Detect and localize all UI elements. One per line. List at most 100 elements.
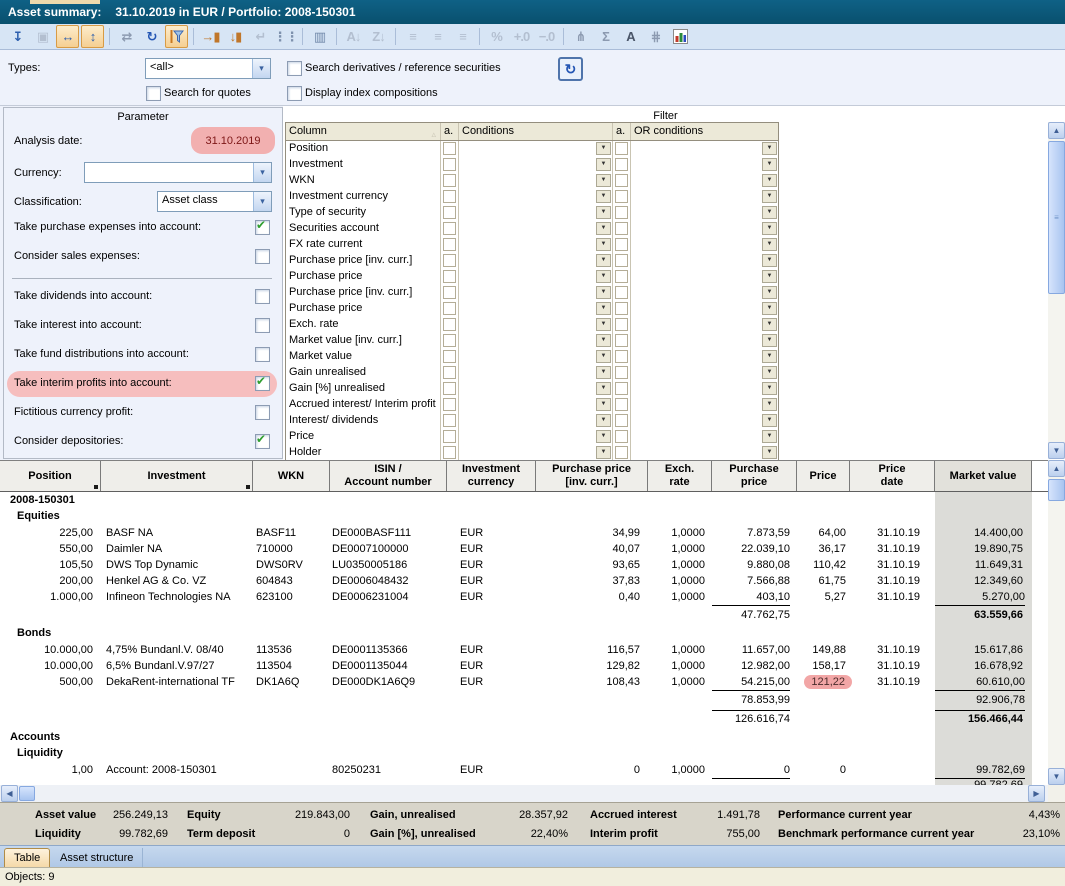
currency-dropdown[interactable]: ▾	[84, 162, 272, 183]
filter-conditions-cell[interactable]: ▼	[459, 317, 613, 333]
or-conditions-dropdown-button[interactable]: ▼	[762, 430, 777, 443]
filter-and-checkbox[interactable]	[443, 142, 456, 155]
filter-or-conditions-cell[interactable]: ▼	[631, 157, 778, 173]
classification-dropdown[interactable]: Asset class ▾	[157, 191, 272, 212]
parameter-option-checkbox[interactable]	[255, 289, 270, 304]
tab-table[interactable]: Table	[4, 848, 50, 867]
column-header-pp_inv[interactable]: Purchase price [inv. curr.]	[536, 461, 648, 491]
table-row[interactable]: 200,00Henkel AG & Co. VZ604843DE00060484…	[0, 573, 1048, 589]
scroll-left-icon[interactable]: ◀	[1, 785, 18, 802]
filter-or-conditions-cell[interactable]: ▼	[631, 189, 778, 205]
filter-or-checkbox[interactable]	[615, 446, 628, 459]
columns-icon[interactable]: ▥	[308, 25, 331, 48]
table-row[interactable]: 225,00BASF NABASF11DE000BASF111EUR34,991…	[0, 525, 1048, 541]
filter-conditions-cell[interactable]: ▼	[459, 157, 613, 173]
filter-or-conditions-cell[interactable]: ▼	[631, 333, 778, 349]
filter-header-column[interactable]: Column▵	[286, 123, 441, 140]
parameter-option-checkbox[interactable]: ✔	[255, 376, 270, 391]
conditions-dropdown-button[interactable]: ▼	[596, 238, 611, 251]
filter-and-checkbox[interactable]	[443, 430, 456, 443]
column-header-price[interactable]: Price	[797, 461, 850, 491]
display-index-checkbox[interactable]	[287, 86, 302, 101]
or-conditions-dropdown-button[interactable]: ▼	[762, 446, 777, 459]
parameter-option-checkbox[interactable]	[255, 347, 270, 362]
filter-header-conditions[interactable]: Conditions	[459, 123, 613, 140]
filter-or-conditions-cell[interactable]: ▼	[631, 381, 778, 397]
filter-and-checkbox[interactable]	[443, 334, 456, 347]
filter-or-checkbox[interactable]	[615, 334, 628, 347]
filter-or-checkbox[interactable]	[615, 414, 628, 427]
conditions-dropdown-button[interactable]: ▼	[596, 318, 611, 331]
filter-or-conditions-cell[interactable]: ▼	[631, 445, 778, 461]
fit-width-icon[interactable]: ↔	[56, 25, 79, 48]
filter-or-conditions-cell[interactable]: ▼	[631, 301, 778, 317]
or-conditions-dropdown-button[interactable]: ▼	[762, 366, 777, 379]
parameter-option-checkbox[interactable]	[255, 318, 270, 333]
font-icon[interactable]: A	[619, 25, 642, 48]
filter-conditions-cell[interactable]: ▼	[459, 221, 613, 237]
filter-or-conditions-cell[interactable]: ▼	[631, 269, 778, 285]
scroll-right-icon[interactable]: ▶	[1028, 785, 1045, 802]
filter-conditions-cell[interactable]: ▼	[459, 381, 613, 397]
filter-or-conditions-cell[interactable]: ▼	[631, 397, 778, 413]
or-conditions-dropdown-button[interactable]: ▼	[762, 190, 777, 203]
or-conditions-dropdown-button[interactable]: ▼	[762, 334, 777, 347]
goto-down-icon[interactable]: ↓▮	[224, 25, 247, 48]
filter-and-checkbox[interactable]	[443, 398, 456, 411]
parameter-option-checkbox[interactable]	[255, 405, 270, 420]
scroll-up-icon[interactable]: ▲	[1048, 122, 1065, 139]
filter-conditions-cell[interactable]: ▼	[459, 253, 613, 269]
filter-conditions-cell[interactable]: ▼	[459, 429, 613, 445]
filter-conditions-cell[interactable]: ▼	[459, 189, 613, 205]
fit-height-icon[interactable]: ↕	[81, 25, 104, 48]
chart-icon[interactable]	[669, 25, 692, 48]
column-header-currency[interactable]: Investment currency	[447, 461, 536, 491]
sum-icon[interactable]: Σ	[594, 25, 617, 48]
hscrollbar-thumb[interactable]	[19, 786, 35, 801]
filter-or-checkbox[interactable]	[615, 142, 628, 155]
filter-and-checkbox[interactable]	[443, 238, 456, 251]
or-conditions-dropdown-button[interactable]: ▼	[762, 302, 777, 315]
filter-and-checkbox[interactable]	[443, 366, 456, 379]
filter-or-conditions-cell[interactable]: ▼	[631, 141, 778, 157]
filter-or-checkbox[interactable]	[615, 430, 628, 443]
conditions-dropdown-button[interactable]: ▼	[596, 286, 611, 299]
filter-or-checkbox[interactable]	[615, 270, 628, 283]
copy-icon[interactable]: ▣	[31, 25, 54, 48]
filter-conditions-cell[interactable]: ▼	[459, 301, 613, 317]
filter-or-conditions-cell[interactable]: ▼	[631, 365, 778, 381]
filter-or-conditions-cell[interactable]: ▼	[631, 221, 778, 237]
filter-and-checkbox[interactable]	[443, 158, 456, 171]
filter-conditions-cell[interactable]: ▼	[459, 365, 613, 381]
conditions-dropdown-button[interactable]: ▼	[596, 142, 611, 155]
scroll-down-icon[interactable]: ▼	[1048, 442, 1065, 459]
column-header-position[interactable]: Position	[0, 461, 101, 491]
conditions-dropdown-button[interactable]: ▼	[596, 446, 611, 459]
remove-decimal-icon[interactable]: −.0	[535, 25, 558, 48]
align-right-icon[interactable]: ≡	[451, 25, 474, 48]
series-settings-icon[interactable]: ⋕	[644, 25, 667, 48]
filter-or-conditions-cell[interactable]: ▼	[631, 413, 778, 429]
filter-conditions-cell[interactable]: ▼	[459, 413, 613, 429]
filter-header-or-conditions[interactable]: OR conditions	[631, 123, 778, 140]
filter-or-conditions-cell[interactable]: ▼	[631, 173, 778, 189]
filter-and-checkbox[interactable]	[443, 382, 456, 395]
align-center-icon[interactable]: ≡	[426, 25, 449, 48]
filter-or-checkbox[interactable]	[615, 398, 628, 411]
filter-conditions-cell[interactable]: ▼	[459, 333, 613, 349]
filter-or-checkbox[interactable]	[615, 222, 628, 235]
chevron-down-icon[interactable]: ▾	[253, 192, 271, 211]
filter-or-checkbox[interactable]	[615, 366, 628, 379]
scroll-up-icon[interactable]: ▲	[1048, 460, 1065, 477]
filter-conditions-cell[interactable]: ▼	[459, 141, 613, 157]
filter-or-checkbox[interactable]	[615, 238, 628, 251]
conditions-dropdown-button[interactable]: ▼	[596, 222, 611, 235]
add-decimal-icon[interactable]: +.0	[510, 25, 533, 48]
filter-icon[interactable]	[165, 25, 188, 48]
types-dropdown[interactable]: <all> ▾	[145, 58, 271, 79]
or-conditions-dropdown-button[interactable]: ▼	[762, 318, 777, 331]
conditions-dropdown-button[interactable]: ▼	[596, 158, 611, 171]
conditions-dropdown-button[interactable]: ▼	[596, 270, 611, 283]
filter-or-checkbox[interactable]	[615, 318, 628, 331]
filter-and-checkbox[interactable]	[443, 190, 456, 203]
